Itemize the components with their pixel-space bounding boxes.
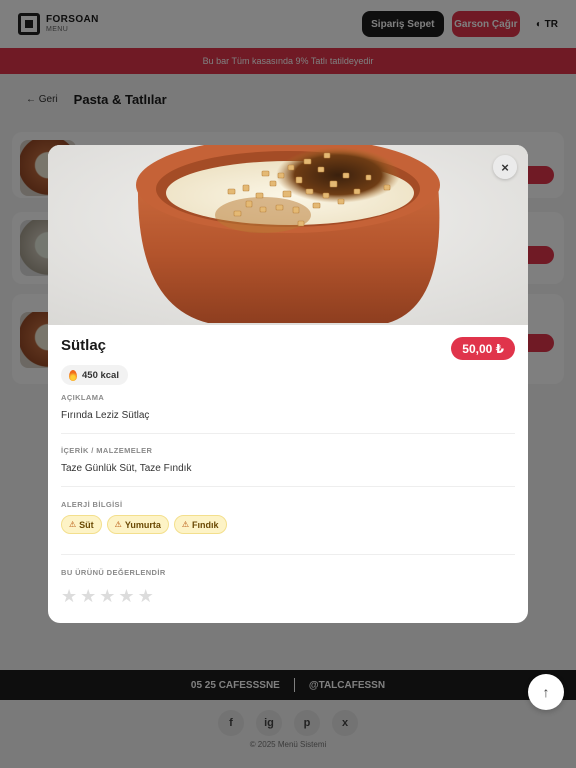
product-image: × <box>48 145 528 325</box>
close-button[interactable]: × <box>493 155 517 179</box>
star-icon[interactable]: ★ <box>118 587 134 605</box>
price-badge: 50,00 ₺ <box>451 337 515 360</box>
calorie-value: 450 kcal <box>82 369 119 381</box>
divider <box>61 486 515 487</box>
allergen-tag: ⚠ Süt <box>61 515 102 534</box>
close-icon: × <box>501 159 509 175</box>
star-icon[interactable]: ★ <box>80 587 96 605</box>
arrow-up-icon: ↑ <box>542 684 550 700</box>
rating-section: BU ÜRÜNÜ DEĞERLENDİR ★ ★ ★ ★ ★ <box>61 568 515 605</box>
calorie-badge: 450 kcal <box>61 365 128 385</box>
scroll-top-button[interactable]: ↑ <box>528 674 564 710</box>
allergen-tag: ⚠ Fındık <box>173 515 227 534</box>
star-rating: ★ ★ ★ ★ ★ <box>61 587 515 605</box>
product-details: Sütlaç 50,00 ₺ 450 kcal AÇIKLAMA Fırında… <box>61 325 515 605</box>
description-section: AÇIKLAMA Fırında Leziz Sütlaç <box>61 393 515 421</box>
divider <box>61 554 515 555</box>
star-icon[interactable]: ★ <box>61 587 77 605</box>
product-title: Sütlaç <box>61 337 107 354</box>
star-icon[interactable]: ★ <box>99 587 115 605</box>
allergen-tags: ⚠ Süt ⚠ Yumurta ⚠ Fındık <box>61 515 515 534</box>
product-detail-modal: × Sütlaç 50,00 ₺ 450 kcal AÇIKLAMA Fırın… <box>48 145 528 623</box>
description-label: AÇIKLAMA <box>61 393 105 402</box>
description-text: Fırında Leziz Sütlaç <box>61 410 150 421</box>
allergen-tag: ⚠ Yumurta <box>106 515 169 534</box>
divider <box>61 433 515 434</box>
star-icon[interactable]: ★ <box>138 587 154 605</box>
allergen-label: ALERJİ BİLGİSİ <box>61 500 123 509</box>
warning-icon: ⚠ <box>114 520 122 529</box>
warning-icon: ⚠ <box>69 520 77 529</box>
rating-label: BU ÜRÜNÜ DEĞERLENDİR <box>61 568 166 577</box>
ingredients-text: Taze Günlük Süt, Taze Fındık <box>61 463 192 474</box>
warning-icon: ⚠ <box>181 520 190 529</box>
fire-icon <box>69 369 77 381</box>
ingredients-label: İÇERİK / MALZEMELER <box>61 446 153 455</box>
ingredients-section: İÇERİK / MALZEMELER Taze Günlük Süt, Taz… <box>61 446 515 474</box>
allergen-section: ALERJİ BİLGİSİ ⚠ Süt ⚠ Yumurta ⚠ Fındık <box>61 500 515 534</box>
